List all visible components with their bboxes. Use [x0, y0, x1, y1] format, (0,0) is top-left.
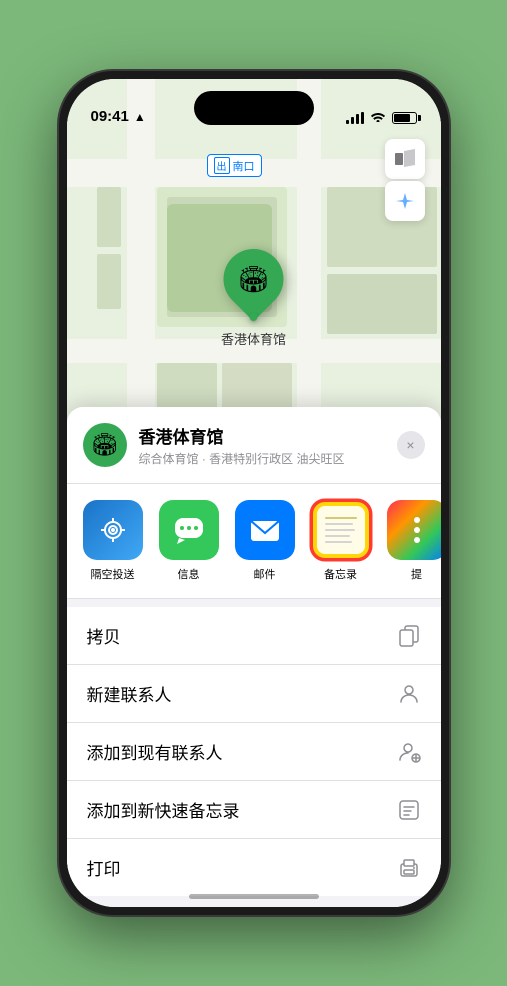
- home-indicator: [189, 894, 319, 899]
- notes-icon: [311, 500, 371, 560]
- airdrop-label: 隔空投送: [91, 566, 135, 582]
- map-label: 出 南口: [207, 154, 262, 177]
- phone-frame: 09:41 ▲: [59, 71, 449, 915]
- share-item-airdrop[interactable]: 隔空投送: [83, 500, 143, 582]
- close-button[interactable]: ×: [397, 431, 425, 459]
- location-pin: 🏟 香港体育馆: [221, 249, 286, 348]
- map-controls[interactable]: [385, 139, 425, 221]
- share-item-notes[interactable]: 备忘录: [311, 500, 371, 582]
- action-add-notes[interactable]: 添加到新快速备忘录: [67, 781, 441, 839]
- pin-label: 香港体育馆: [221, 329, 286, 348]
- add-existing-icon: [397, 740, 421, 764]
- share-item-messages[interactable]: 信息: [159, 500, 219, 582]
- print-icon: [397, 856, 421, 880]
- messages-icon: [159, 500, 219, 560]
- more-label: 提: [411, 566, 422, 582]
- share-row: 隔空投送 信息: [67, 484, 441, 599]
- airdrop-icon: [83, 500, 143, 560]
- location-arrow-icon: ▲: [134, 110, 146, 124]
- map-label-text: 南口: [233, 158, 255, 174]
- location-card: 🏟 香港体育馆 综合体育馆 · 香港特别行政区 油尖旺区 ×: [67, 407, 441, 484]
- location-name: 香港体育馆: [139, 423, 385, 448]
- add-existing-label: 添加到现有联系人: [87, 739, 223, 764]
- location-button[interactable]: [385, 181, 425, 221]
- dynamic-island: [194, 91, 314, 125]
- phone-screen: 09:41 ▲: [67, 79, 441, 907]
- action-print[interactable]: 打印: [67, 839, 441, 896]
- battery-icon: [392, 112, 417, 124]
- messages-label: 信息: [178, 566, 200, 582]
- status-icons: [346, 110, 417, 125]
- print-label: 打印: [87, 855, 121, 880]
- copy-label: 拷贝: [87, 623, 121, 648]
- action-new-contact[interactable]: 新建联系人: [67, 665, 441, 723]
- action-copy[interactable]: 拷贝: [67, 607, 441, 665]
- bottom-sheet: 🏟 香港体育馆 综合体育馆 · 香港特别行政区 油尖旺区 ×: [67, 407, 441, 907]
- signal-icon: [346, 112, 364, 124]
- status-time: 09:41 ▲: [91, 108, 146, 125]
- pin-emoji: 🏟: [237, 264, 270, 295]
- location-card-icon: 🏟: [83, 423, 127, 467]
- action-list: 拷贝 新建联系人 添加到现有联系人: [67, 607, 441, 896]
- add-notes-label: 添加到新快速备忘录: [87, 797, 240, 822]
- share-item-more[interactable]: 提: [387, 500, 441, 582]
- location-subtitle: 综合体育馆 · 香港特别行政区 油尖旺区: [139, 450, 385, 467]
- wifi-icon: [370, 110, 386, 125]
- share-item-mail[interactable]: 邮件: [235, 500, 295, 582]
- location-info: 香港体育馆 综合体育馆 · 香港特别行政区 油尖旺区: [139, 423, 385, 467]
- new-contact-label: 新建联系人: [87, 681, 172, 706]
- more-icon: [387, 500, 441, 560]
- notes-label: 备忘录: [324, 566, 357, 582]
- map-type-button[interactable]: [385, 139, 425, 179]
- copy-icon: [397, 624, 421, 648]
- new-contact-icon: [397, 682, 421, 706]
- add-notes-icon: [397, 798, 421, 822]
- action-add-existing[interactable]: 添加到现有联系人: [67, 723, 441, 781]
- time-display: 09:41: [91, 108, 129, 125]
- mail-label: 邮件: [254, 566, 276, 582]
- mail-icon: [235, 500, 295, 560]
